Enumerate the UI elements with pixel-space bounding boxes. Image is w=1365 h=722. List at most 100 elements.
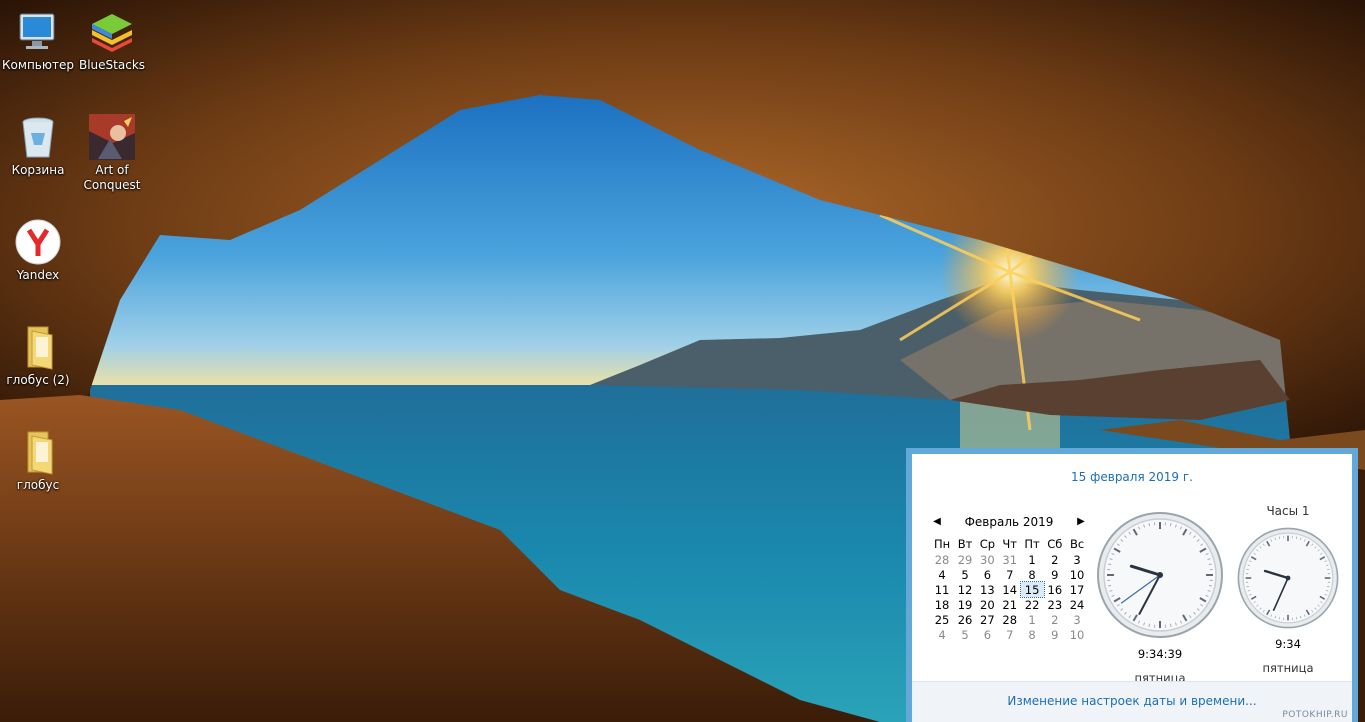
calendar-day[interactable]: 28 — [999, 612, 1021, 627]
calendar-day[interactable]: 29 — [954, 552, 976, 567]
calendar-day[interactable]: 31 — [999, 552, 1021, 567]
calendar-day[interactable]: 19 — [954, 597, 976, 612]
desktop-icon-label: Yandex — [16, 268, 60, 282]
calendar-day[interactable]: 5 — [954, 627, 976, 642]
calendar: ◀ Февраль 2019 ▶ Пн Вт Ср Чт Пт Сб Вс 28… — [930, 514, 1088, 642]
calendar-day[interactable]: 1 — [1021, 552, 1044, 567]
calendar-day[interactable]: 27 — [976, 612, 999, 627]
clock-tick — [1169, 623, 1172, 627]
flyout-footer: Изменение настроек даты и времени... POT… — [912, 681, 1352, 722]
desktop-icon-art-of-conquest[interactable]: Art of Conquest — [74, 113, 150, 193]
desktop-icon-bluestacks[interactable]: BlueStacks — [74, 8, 150, 73]
calendar-day[interactable]: 3 — [1066, 612, 1088, 627]
desktop-icon-computer[interactable]: Компьютер — [0, 8, 76, 73]
next-month-arrow-icon[interactable]: ▶ — [1074, 514, 1088, 530]
recycle-bin-icon — [22, 117, 54, 158]
analog-clock-face — [1237, 527, 1339, 629]
calendar-day[interactable]: 14 — [999, 582, 1021, 597]
desktop-icon-recycle-bin[interactable]: Корзина — [0, 113, 76, 178]
desktop-icon-label: глобус — [16, 478, 60, 492]
calendar-day[interactable]: 21 — [999, 597, 1021, 612]
calendar-day[interactable]: 17 — [1066, 582, 1088, 597]
folder-icon — [27, 326, 53, 370]
weekday-header: Вс — [1069, 537, 1085, 551]
weekday-header: Сб — [1047, 537, 1063, 551]
calendar-day[interactable]: 23 — [1044, 597, 1067, 612]
desktop-icon-label: глобус (2) — [6, 373, 70, 387]
flyout-panel: 15 февраля 2019 г. ◀ Февраль 2019 ▶ Пн В… — [912, 454, 1352, 722]
change-date-time-settings-link[interactable]: Изменение настроек даты и времени... — [912, 694, 1352, 708]
calendar-day[interactable]: 12 — [954, 582, 976, 597]
weekday-header: Ср — [979, 537, 996, 551]
desktop-icon-folder-globe-2[interactable]: глобус (2) — [0, 323, 76, 388]
bluestacks-icon — [92, 14, 132, 52]
calendar-day[interactable]: 7 — [999, 567, 1021, 582]
additional-clock: Часы 1 9:34 пятница — [1232, 504, 1344, 675]
clock-center — [1285, 575, 1291, 581]
main-clock: 9:34:39 пятница — [1090, 510, 1230, 685]
calendar-day[interactable]: 25 — [930, 612, 954, 627]
prev-month-arrow-icon[interactable]: ◀ — [930, 514, 944, 530]
weekday-header: Пн — [933, 537, 951, 551]
weekday-header: Пт — [1024, 537, 1040, 551]
clock-tick — [1169, 523, 1172, 527]
folder-icon — [27, 431, 53, 475]
calendar-week-row: 11 12 13 14 15 16 17 — [930, 581, 1088, 598]
calendar-day[interactable]: 26 — [954, 612, 976, 627]
desktop-icon-label: Корзина — [11, 163, 65, 177]
calendar-week-row: 4 5 6 7 8 9 10 — [930, 627, 1088, 642]
calendar-day[interactable]: 24 — [1066, 597, 1088, 612]
calendar-day[interactable]: 1 — [1021, 612, 1044, 627]
yandex-browser-icon — [15, 219, 61, 265]
calendar-day[interactable]: 6 — [976, 567, 999, 582]
calendar-day[interactable]: 2 — [1044, 552, 1067, 567]
weekday-header: Чт — [1002, 537, 1018, 551]
calendar-day[interactable]: 9 — [1044, 567, 1067, 582]
clock-tick — [1208, 584, 1212, 587]
clock-tick — [1108, 563, 1112, 566]
calendar-day[interactable]: 2 — [1044, 612, 1067, 627]
current-date-link[interactable]: 15 февраля 2019 г. — [912, 470, 1352, 484]
calendar-week-row: 18 19 20 21 22 23 24 — [930, 597, 1088, 612]
clock-time-text: 9:34 — [1275, 637, 1301, 651]
weekday-header: Вт — [957, 537, 973, 551]
clock-tick — [1108, 584, 1112, 587]
calendar-week-row: 4 5 6 7 8 9 10 — [930, 567, 1088, 582]
calendar-month-title[interactable]: Февраль 2019 — [930, 514, 1088, 530]
desktop-icon-folder-globe[interactable]: глобус — [0, 428, 76, 493]
calendar-day[interactable]: 30 — [976, 552, 999, 567]
calendar-day[interactable]: 8 — [1021, 567, 1044, 582]
calendar-day[interactable]: 11 — [930, 582, 954, 597]
calendar-day[interactable]: 10 — [1066, 627, 1088, 642]
calendar-day[interactable]: 8 — [1021, 627, 1044, 642]
clock-name: Часы 1 — [1266, 504, 1310, 518]
calendar-day[interactable]: 20 — [976, 597, 999, 612]
desktop-icon-label: Компьютер — [2, 58, 74, 72]
calendar-day[interactable]: 16 — [1044, 582, 1067, 597]
calendar-day[interactable]: 7 — [999, 627, 1021, 642]
desktop-icon-label: Art of Conquest — [83, 163, 141, 192]
calendar-day[interactable]: 10 — [1066, 567, 1088, 582]
calendar-day[interactable]: 4 — [930, 627, 954, 642]
computer-icon — [19, 13, 55, 49]
clock-tick — [1148, 623, 1151, 627]
clock-weekday-text: пятница — [1262, 661, 1314, 675]
calendar-day[interactable]: 9 — [1044, 627, 1067, 642]
calendar-day[interactable]: 6 — [976, 627, 999, 642]
desktop-icon-yandex[interactable]: Yandex — [0, 218, 76, 283]
calendar-day[interactable]: 22 — [1021, 597, 1044, 612]
date-time-flyout: 15 февраля 2019 г. ◀ Февраль 2019 ▶ Пн В… — [906, 448, 1358, 722]
calendar-day[interactable]: 13 — [976, 582, 999, 597]
clock-center — [1157, 572, 1163, 578]
clock-time-text: 9:34:39 — [1137, 647, 1183, 661]
clock-tick — [1148, 523, 1151, 527]
calendar-day[interactable]: 5 — [954, 567, 976, 582]
calendar-day[interactable]: 4 — [930, 567, 954, 582]
calendar-day[interactable]: 18 — [930, 597, 954, 612]
calendar-grid: Пн Вт Ср Чт Пт Сб Вс 28 29 30 31 1 2 3 4 5 6 7 8 9 10… — [930, 536, 1088, 642]
analog-clock-face — [1097, 512, 1223, 638]
calendar-day[interactable]: 28 — [930, 552, 954, 567]
game-icon — [89, 114, 135, 160]
calendar-day[interactable]: 3 — [1066, 552, 1088, 567]
calendar-day-today[interactable]: 15 — [1019, 581, 1045, 598]
